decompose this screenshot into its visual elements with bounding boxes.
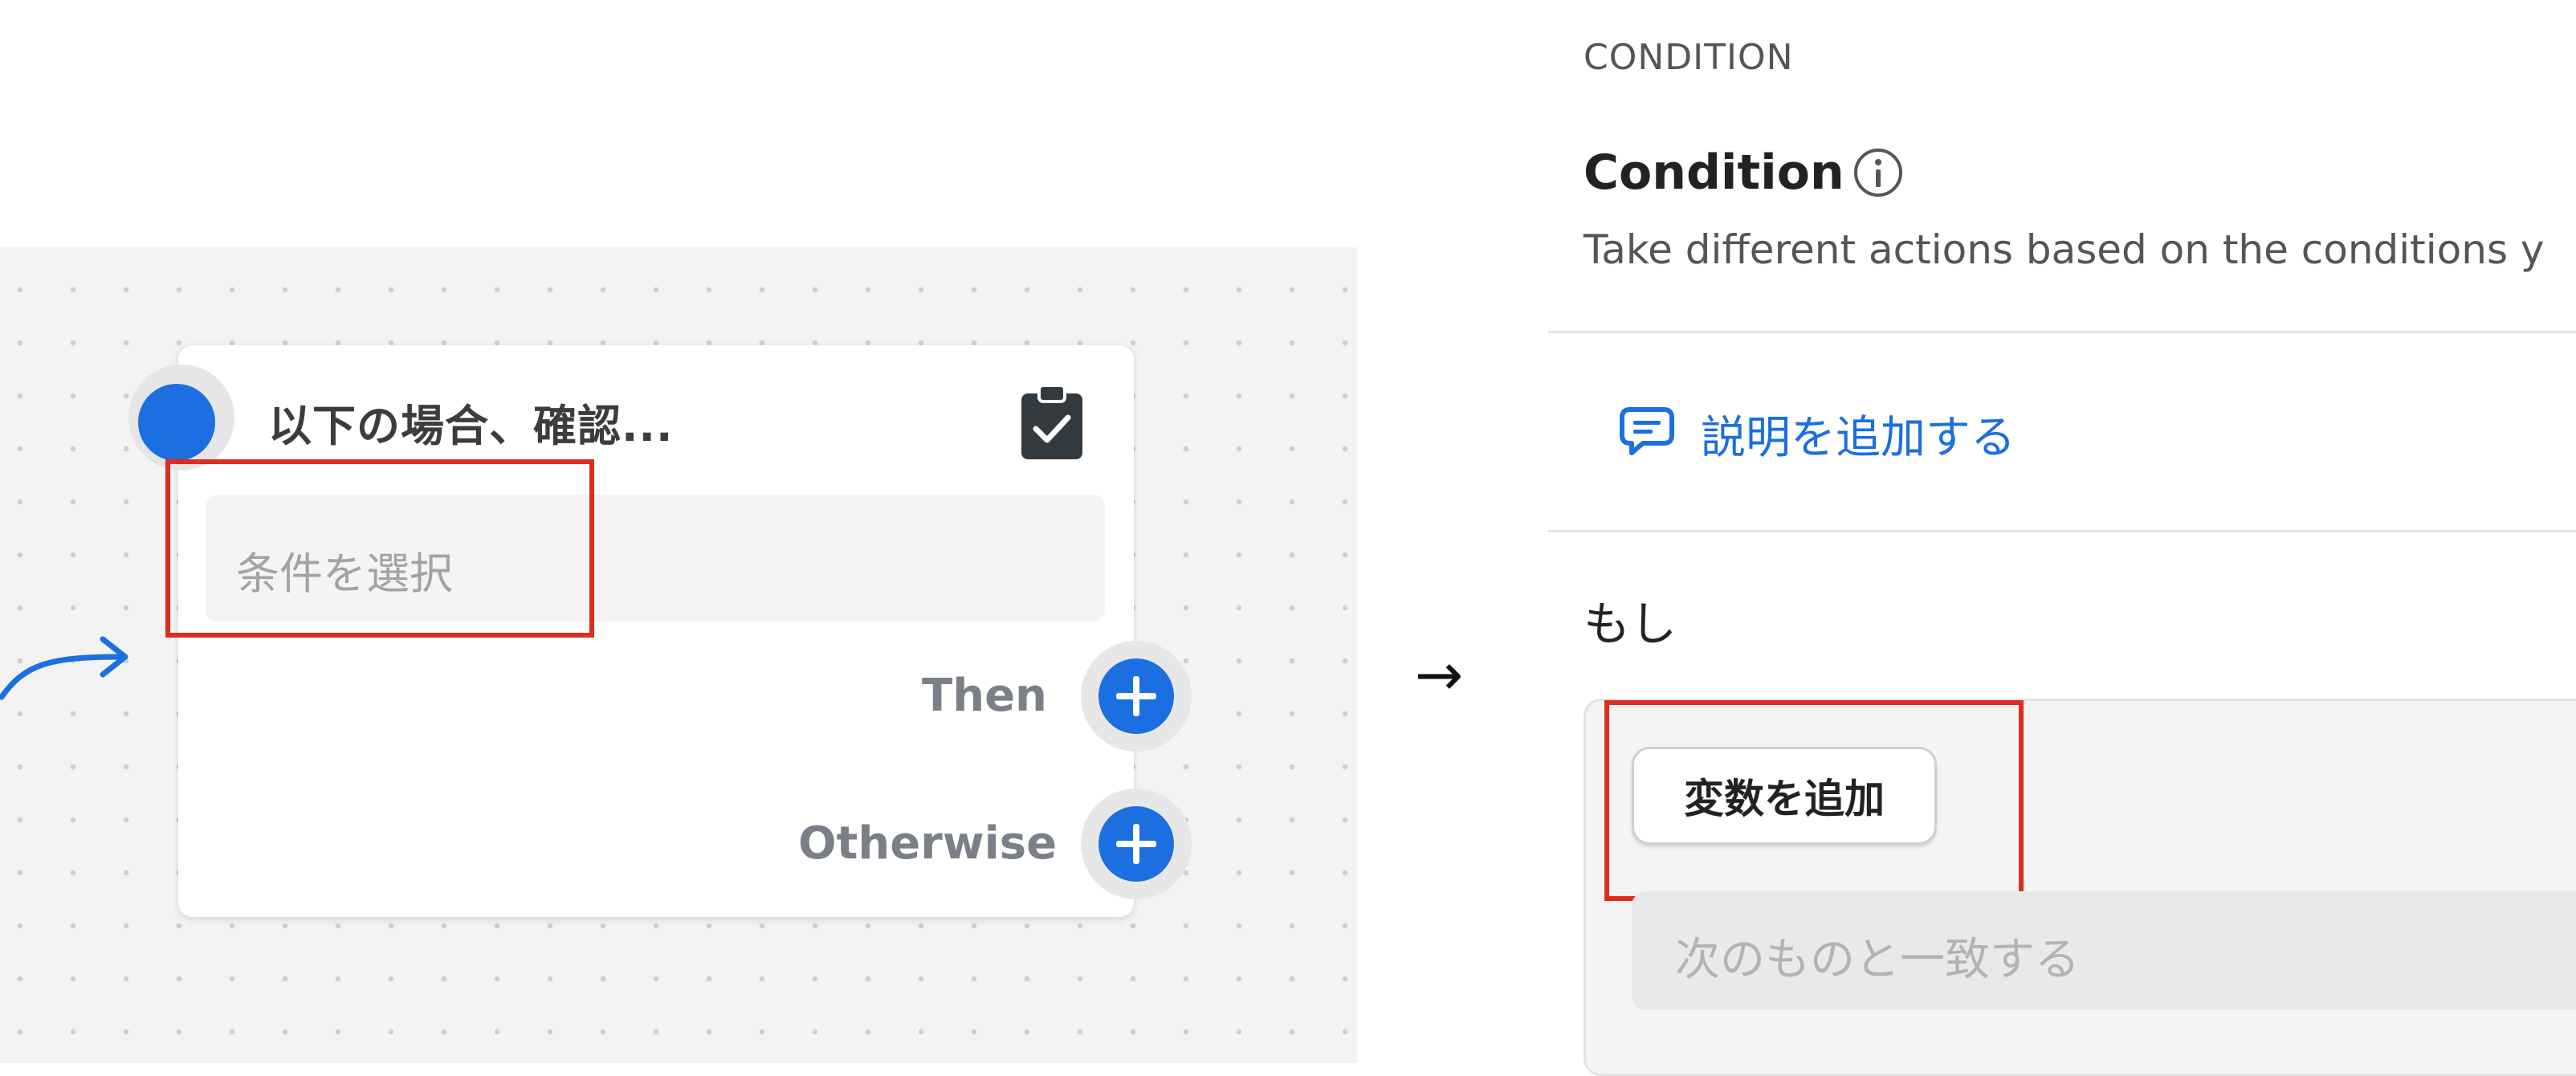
panel-title: Condition xyxy=(1584,145,1844,201)
entry-port[interactable] xyxy=(138,384,215,461)
panel-description: Take different actions based on the cond… xyxy=(1584,226,2545,273)
clipboard-check-icon xyxy=(1021,384,1082,459)
info-icon[interactable] xyxy=(1852,146,1905,199)
node-title: 以下の場合、確認... xyxy=(268,401,674,451)
incoming-connector-arrow xyxy=(0,636,128,700)
then-add-button[interactable] xyxy=(1098,658,1174,734)
panel-divider-top xyxy=(1548,331,2576,333)
add-description-link[interactable]: 説明を追加する xyxy=(1701,401,2016,467)
transition-arrow: → xyxy=(1415,641,1464,708)
comment-icon xyxy=(1620,407,1674,455)
panel-divider-middle xyxy=(1548,530,2576,532)
add-variable-highlight xyxy=(1604,700,2024,901)
then-branch-label: Then xyxy=(922,670,1047,722)
otherwise-branch-label: Otherwise xyxy=(798,817,1058,870)
if-label: もし xyxy=(1584,597,1677,651)
otherwise-add-button[interactable] xyxy=(1098,806,1174,882)
condition-select-highlight xyxy=(165,459,594,638)
match-operator-placeholder: 次のものと一致する xyxy=(1675,934,2080,986)
panel-section-label: CONDITION xyxy=(1584,37,1794,78)
